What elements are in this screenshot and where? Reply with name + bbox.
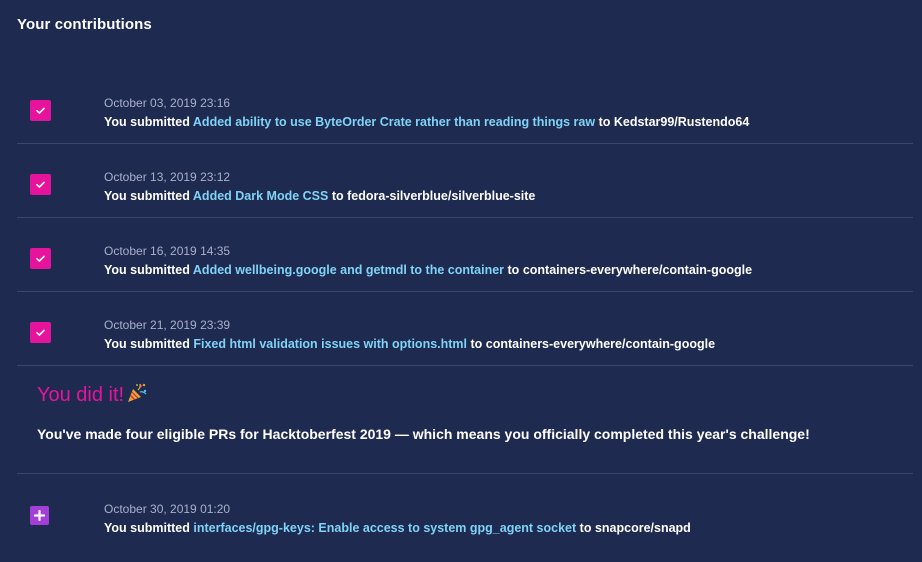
contribution-item: October 16, 2019 14:35 You submitted Add… — [17, 218, 913, 292]
pr-link[interactable]: Added wellbeing.google and getmdl to the… — [193, 263, 504, 277]
contribution-item: October 03, 2019 23:16 You submitted Add… — [17, 70, 913, 144]
to-label: to — [579, 521, 592, 535]
contribution-item: October 13, 2019 23:12 You submitted Add… — [17, 144, 913, 218]
page-title: Your contributions — [17, 16, 152, 33]
check-icon — [30, 322, 51, 343]
submitted-label: You submitted — [104, 521, 190, 535]
check-icon — [30, 174, 51, 195]
check-icon — [30, 248, 51, 269]
repo-name: snapcore/snapd — [594, 521, 691, 535]
to-label: to — [470, 337, 483, 351]
submitted-label: You submitted — [104, 337, 190, 351]
pr-link[interactable]: interfaces/gpg-keys: Enable access to sy… — [193, 521, 576, 535]
contribution-description: You submitted Added wellbeing.google and… — [104, 262, 752, 278]
repo-name: containers-everywhere/contain-google — [485, 337, 716, 351]
completion-banner: You did it! You've made four eligible PR… — [17, 366, 913, 474]
completion-message: You've made four eligible PRs for Hackto… — [37, 426, 810, 442]
contribution-date: October 13, 2019 23:12 — [104, 170, 231, 184]
to-label: to — [331, 189, 344, 203]
repo-name: Kedstar99/Rustendo64 — [613, 115, 750, 129]
pr-link[interactable]: Added ability to use ByteOrder Crate rat… — [193, 115, 595, 129]
party-popper-icon — [126, 382, 148, 410]
check-icon — [30, 100, 51, 121]
completion-title-text: You did it! — [37, 384, 125, 406]
submitted-label: You submitted — [104, 189, 190, 203]
submitted-label: You submitted — [104, 263, 190, 277]
contributions-list: October 03, 2019 23:16 You submitted Add… — [17, 70, 913, 554]
contribution-date: October 03, 2019 23:16 — [104, 96, 231, 110]
repo-name: containers-everywhere/contain-google — [522, 263, 753, 277]
contribution-item: October 21, 2019 23:39 You submitted Fix… — [17, 292, 913, 366]
contribution-description: You submitted Added Dark Mode CSS to fed… — [104, 188, 535, 204]
contribution-description: You submitted interfaces/gpg-keys: Enabl… — [104, 520, 691, 536]
contribution-date: October 16, 2019 14:35 — [104, 244, 231, 258]
pr-link[interactable]: Added Dark Mode CSS — [193, 189, 328, 203]
pr-link[interactable]: Fixed html validation issues with option… — [193, 337, 467, 351]
to-label: to — [507, 263, 520, 277]
completion-title: You did it! — [37, 382, 148, 410]
plus-icon — [30, 506, 49, 525]
contribution-date: October 30, 2019 01:20 — [104, 502, 231, 516]
contribution-date: October 21, 2019 23:39 — [104, 318, 231, 332]
contribution-description: You submitted Fixed html validation issu… — [104, 336, 715, 352]
submitted-label: You submitted — [104, 115, 190, 129]
contribution-description: You submitted Added ability to use ByteO… — [104, 114, 749, 130]
contribution-item: October 30, 2019 01:20 You submitted int… — [17, 474, 913, 554]
to-label: to — [598, 115, 611, 129]
repo-name: fedora-silverblue/silverblue-site — [347, 189, 536, 203]
